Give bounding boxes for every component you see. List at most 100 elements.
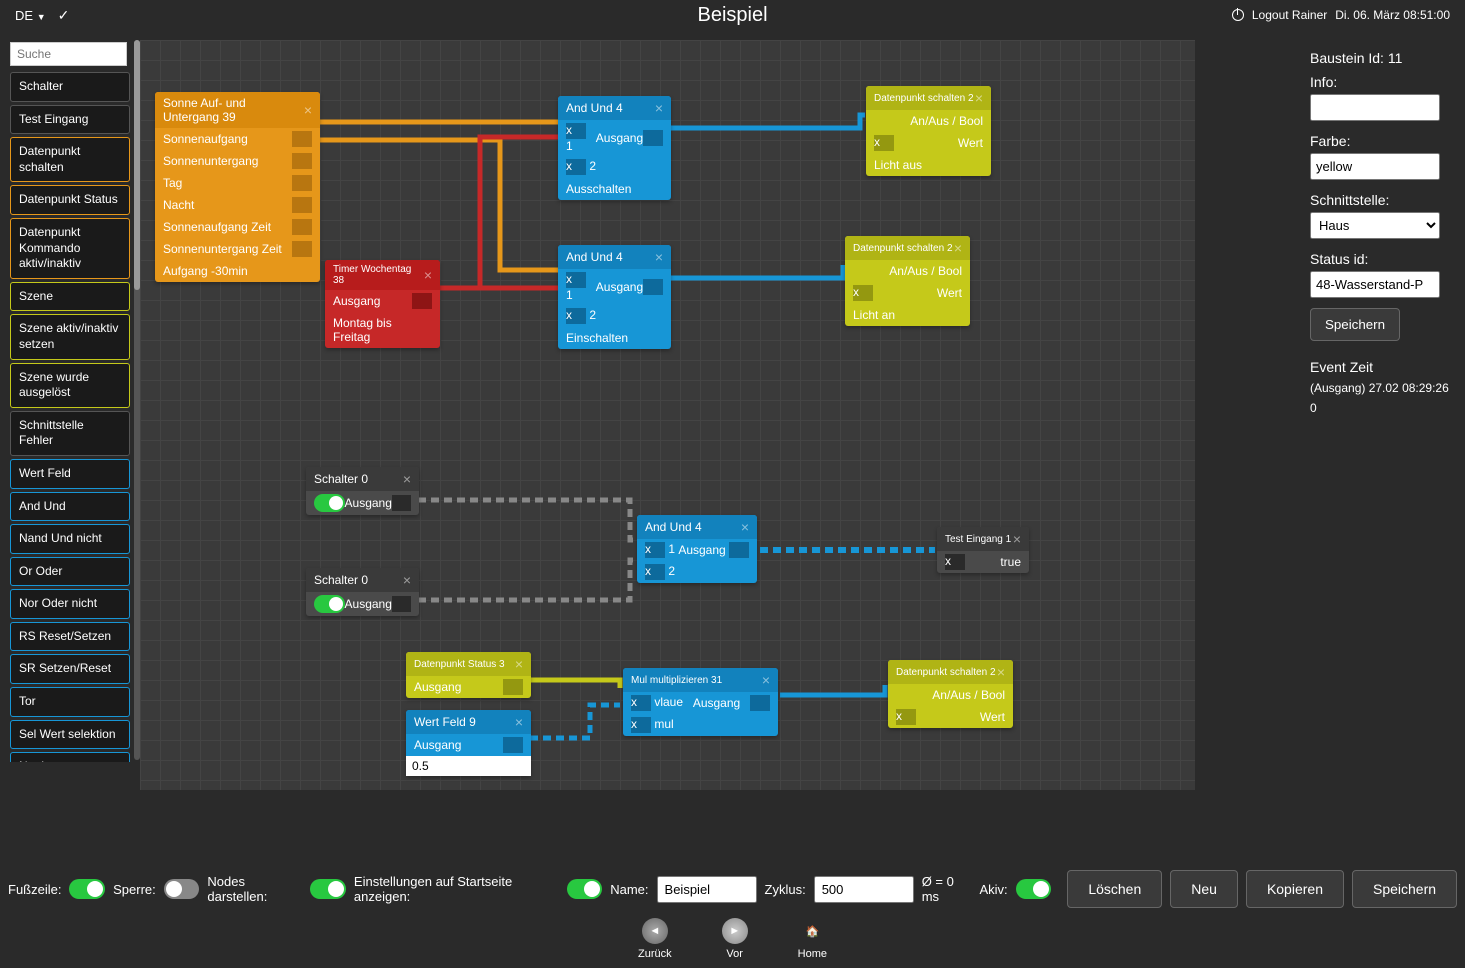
palette-item[interactable]: Tor: [10, 687, 130, 717]
node-schalter2[interactable]: Schalter 0× Ausgang: [306, 568, 419, 616]
node-dpstatus[interactable]: Datenpunkt Status 3× Ausgang: [406, 652, 531, 698]
palette-item[interactable]: Sel Wert selektion: [10, 720, 130, 750]
toggle-switch[interactable]: [314, 595, 345, 613]
input-port[interactable]: x: [566, 308, 586, 324]
input-port[interactable]: x: [631, 695, 651, 711]
output-port[interactable]: [292, 153, 312, 169]
palette-item[interactable]: Not Inverter: [10, 752, 130, 762]
output-port[interactable]: [292, 241, 312, 257]
palette-item[interactable]: Szene wurde ausgelöst: [10, 363, 130, 408]
palette-item[interactable]: Datenpunkt Kommando aktiv/inaktiv: [10, 218, 130, 279]
close-icon[interactable]: ×: [1013, 531, 1021, 547]
output-port[interactable]: [750, 695, 770, 711]
node-and2[interactable]: And Und 4× x 1Ausgang x 2 Einschalten: [558, 245, 671, 349]
input-port[interactable]: x: [853, 285, 873, 301]
close-icon[interactable]: ×: [655, 100, 663, 116]
loeschen-button[interactable]: Löschen: [1067, 870, 1162, 908]
input-port[interactable]: x: [645, 564, 665, 580]
node-schalter1[interactable]: Schalter 0× Ausgang: [306, 467, 419, 515]
input-port[interactable]: x: [566, 159, 586, 175]
input-port[interactable]: x: [896, 709, 916, 725]
palette-item[interactable]: Or Oder: [10, 557, 130, 587]
output-port[interactable]: [412, 293, 432, 309]
speichern-button[interactable]: Speichern: [1310, 308, 1400, 341]
einstellungen-toggle[interactable]: [567, 879, 603, 899]
nodes-toggle[interactable]: [310, 879, 346, 899]
node-and3[interactable]: And Und 4× x 1Ausgang x 2: [637, 515, 757, 583]
node-dp3[interactable]: Datenpunkt schalten 2× An/Aus / Bool xWe…: [888, 660, 1013, 728]
speichern-button[interactable]: Speichern: [1352, 870, 1457, 908]
input-port[interactable]: x: [645, 542, 665, 558]
palette-item[interactable]: Schnittstelle Fehler: [10, 411, 130, 456]
akiv-toggle[interactable]: [1016, 879, 1052, 899]
nav-vor[interactable]: ►Vor: [722, 918, 748, 960]
node-test[interactable]: Test Eingang 1× xtrue: [937, 527, 1029, 573]
output-port[interactable]: [503, 737, 523, 753]
toggle-switch[interactable]: [314, 494, 345, 512]
palette-item[interactable]: Wert Feld: [10, 459, 130, 489]
node-dp1[interactable]: Datenpunkt schalten 2× An/Aus / Bool xWe…: [866, 86, 991, 176]
zyklus-input[interactable]: [814, 876, 914, 903]
close-icon[interactable]: ×: [997, 664, 1005, 680]
output-port[interactable]: [729, 542, 749, 558]
neu-button[interactable]: Neu: [1170, 870, 1238, 908]
output-port[interactable]: [292, 219, 312, 235]
palette-item[interactable]: Datenpunkt Status: [10, 185, 130, 215]
node-sonne[interactable]: Sonne Auf- und Untergang 39× Sonnenaufga…: [155, 92, 320, 282]
input-port[interactable]: x: [874, 135, 894, 151]
node-dp2[interactable]: Datenpunkt schalten 2× An/Aus / Bool xWe…: [845, 236, 970, 326]
palette-item[interactable]: And Und: [10, 492, 130, 522]
sperre-toggle[interactable]: [164, 879, 200, 899]
input-port[interactable]: x: [566, 123, 586, 139]
close-icon[interactable]: ×: [655, 249, 663, 265]
status-input[interactable]: [1310, 271, 1440, 298]
node-wertfeld[interactable]: Wert Feld 9× Ausgang 0.5: [406, 710, 531, 776]
close-icon[interactable]: ×: [762, 672, 770, 688]
output-port[interactable]: [643, 130, 663, 146]
close-icon[interactable]: ×: [424, 267, 432, 283]
input-port[interactable]: x: [631, 717, 651, 733]
logout-link[interactable]: Logout Rainer: [1252, 8, 1327, 22]
close-icon[interactable]: ×: [515, 656, 523, 672]
fusszeile-toggle[interactable]: [69, 879, 105, 899]
output-port[interactable]: [392, 596, 411, 612]
palette-item[interactable]: Test Eingang: [10, 105, 130, 135]
language-selector[interactable]: DE ▼: [15, 8, 46, 23]
name-input[interactable]: [657, 876, 757, 903]
node-mul[interactable]: Mul multiplizieren 31× x vlaueAusgang x …: [623, 668, 778, 736]
output-port[interactable]: [292, 197, 312, 213]
info-input[interactable]: [1310, 94, 1440, 121]
check-icon[interactable]: ✓: [58, 7, 70, 24]
input-port[interactable]: x: [945, 554, 965, 570]
power-icon[interactable]: [1232, 9, 1244, 21]
close-icon[interactable]: ×: [741, 519, 749, 535]
close-icon[interactable]: ×: [515, 714, 523, 730]
output-port[interactable]: [643, 279, 663, 295]
schnittstelle-select[interactable]: Haus: [1310, 212, 1440, 239]
kopieren-button[interactable]: Kopieren: [1246, 870, 1344, 908]
node-and1[interactable]: And Und 4× x 1Ausgang x 2 Ausschalten: [558, 96, 671, 200]
palette-item[interactable]: Szene: [10, 282, 130, 312]
close-icon[interactable]: ×: [975, 90, 983, 106]
close-icon[interactable]: ×: [954, 240, 962, 256]
node-timer[interactable]: Timer Wochentag 38× Ausgang Montag bis F…: [325, 260, 440, 348]
palette-item[interactable]: Schalter: [10, 72, 130, 102]
value-field[interactable]: 0.5: [406, 756, 531, 776]
canvas[interactable]: Sonne Auf- und Untergang 39× Sonnenaufga…: [140, 40, 1195, 790]
output-port[interactable]: [292, 131, 312, 147]
nav-home[interactable]: 🏠Home: [798, 918, 827, 960]
output-port[interactable]: [292, 175, 312, 191]
close-icon[interactable]: ×: [403, 572, 411, 588]
palette-item[interactable]: Nor Oder nicht: [10, 589, 130, 619]
palette-item[interactable]: Nand Und nicht: [10, 524, 130, 554]
output-port[interactable]: [503, 679, 523, 695]
palette-item[interactable]: Datenpunkt schalten: [10, 137, 130, 182]
input-port[interactable]: x: [566, 272, 586, 288]
farbe-input[interactable]: [1310, 153, 1440, 180]
palette-item[interactable]: RS Reset/Setzen: [10, 622, 130, 652]
close-icon[interactable]: ×: [304, 102, 312, 118]
output-port[interactable]: [392, 495, 411, 511]
nav-zurueck[interactable]: ◄Zurück: [638, 918, 672, 960]
palette-item[interactable]: Szene aktiv/inaktiv setzen: [10, 314, 130, 359]
palette-item[interactable]: SR Setzen/Reset: [10, 654, 130, 684]
